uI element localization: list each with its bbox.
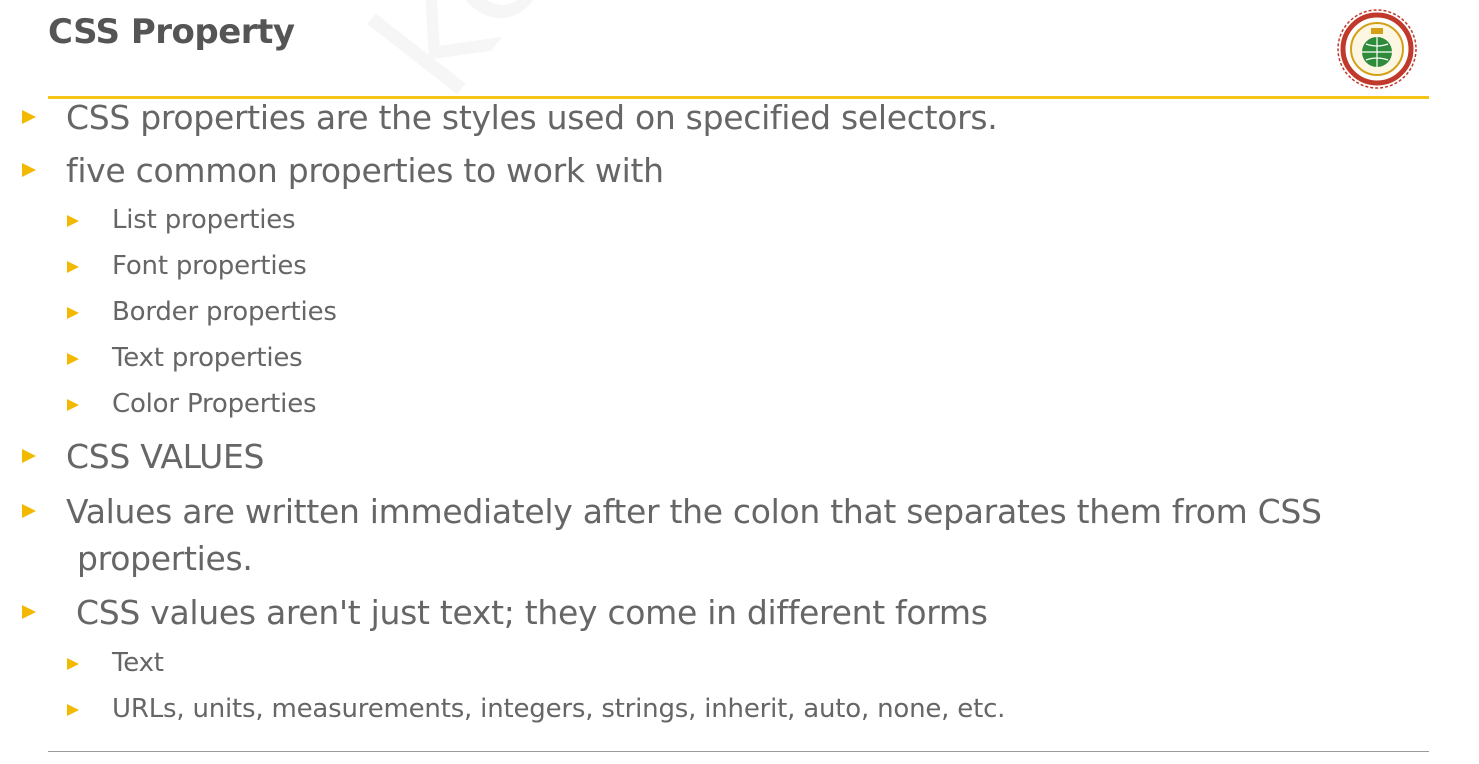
college-seal-icon <box>1331 8 1423 90</box>
sub-bullet-item: Color Properties <box>67 389 317 419</box>
sub-bullet-item: List properties <box>67 205 296 235</box>
bullet-text: Text properties <box>112 343 303 373</box>
bullet-item: CSS properties are the styles used on sp… <box>22 98 998 137</box>
sub-bullet-item: Text properties <box>67 343 303 373</box>
bullet-item: Values are written immediately after the… <box>22 492 1322 531</box>
bullet-text: Color Properties <box>112 389 317 419</box>
bullet-arrow-icon <box>22 449 36 463</box>
bullet-arrow-icon <box>67 261 79 273</box>
bullet-text: List properties <box>112 205 296 235</box>
bullet-text: CSS properties are the styles used on sp… <box>66 98 998 137</box>
bullet-arrow-icon <box>67 399 79 411</box>
bullet-arrow-icon <box>22 504 36 518</box>
bullet-continuation: properties. <box>77 539 253 578</box>
bullet-arrow-icon <box>67 307 79 319</box>
bullet-text: Font properties <box>112 251 307 281</box>
bullet-item: CSS VALUES <box>22 437 265 476</box>
bullet-text: Border properties <box>112 297 337 327</box>
bullet-text: five common properties to work with <box>66 151 664 190</box>
sub-bullet-item: Text <box>67 648 164 678</box>
bullet-arrow-icon <box>67 658 79 670</box>
bullet-arrow-icon <box>22 605 36 619</box>
bullet-text: Values are written immediately after the… <box>66 492 1322 531</box>
bullet-arrow-icon <box>22 163 36 177</box>
bullet-arrow-icon <box>67 704 79 716</box>
bullet-text: CSS values aren't just text; they come i… <box>76 593 988 632</box>
bullet-text: URLs, units, measurements, integers, str… <box>112 694 1006 724</box>
slide-title: CSS Property <box>48 12 295 52</box>
bullet-item: five common properties to work with <box>22 151 664 190</box>
bullet-text: CSS VALUES <box>66 437 265 476</box>
bullet-text: Text <box>112 648 164 678</box>
bullet-item: CSS values aren't just text; they come i… <box>22 593 988 632</box>
sub-bullet-item: Font properties <box>67 251 307 281</box>
sub-bullet-item: URLs, units, measurements, integers, str… <box>67 694 1006 724</box>
bullet-arrow-icon <box>67 215 79 227</box>
sub-bullet-item: Border properties <box>67 297 337 327</box>
footer-divider <box>48 751 1429 752</box>
bullet-arrow-icon <box>22 110 36 124</box>
bullet-arrow-icon <box>67 353 79 365</box>
